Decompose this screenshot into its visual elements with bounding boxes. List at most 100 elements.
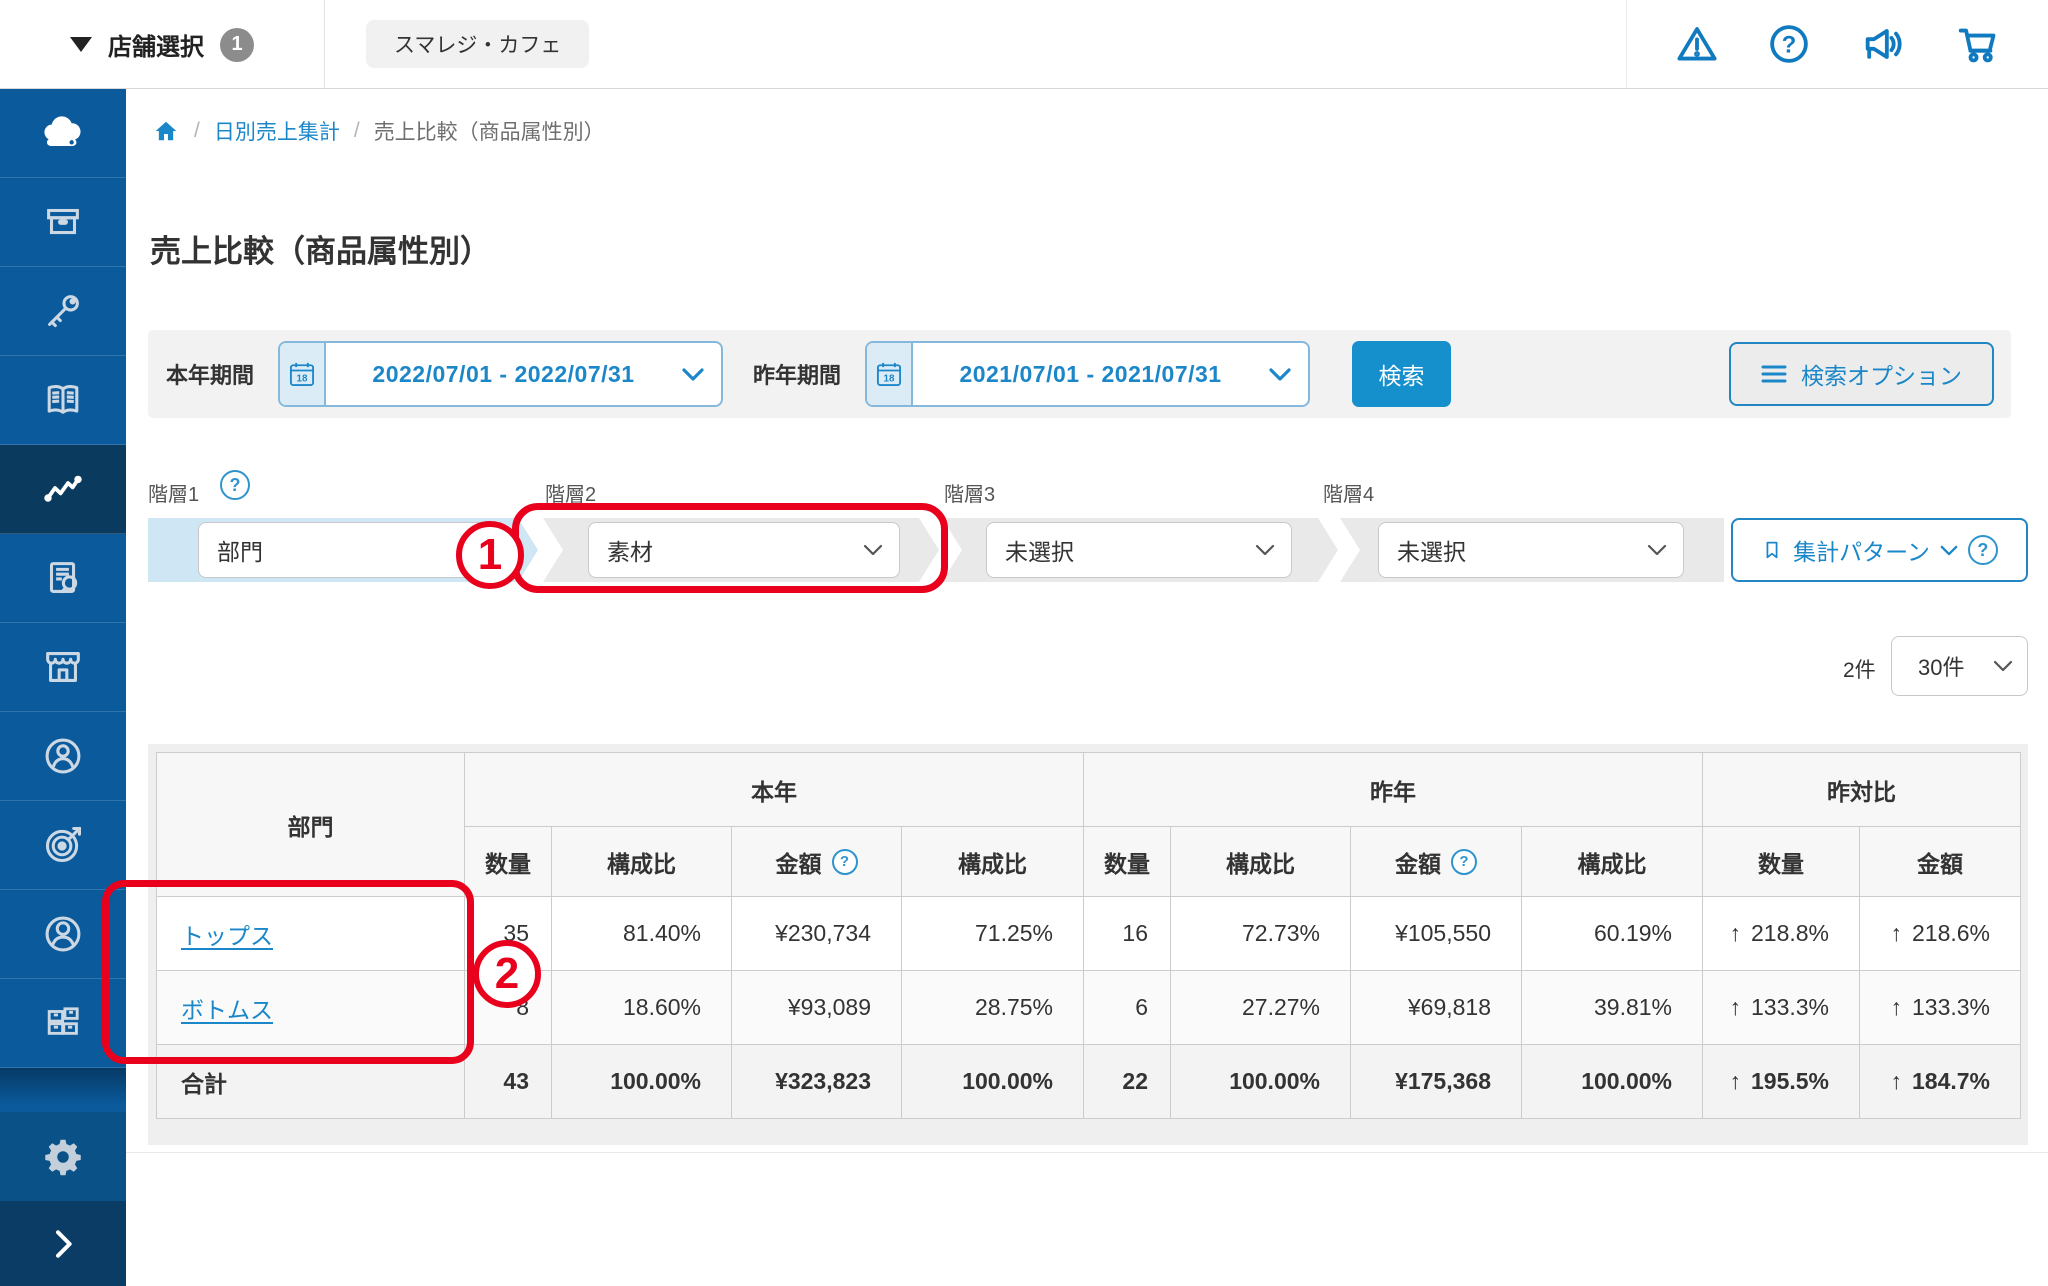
sales-comparison-table-wrapper: 部門 本年 昨年 昨対比 数量 構成比 金額? 構成比 数量 構成比 金額? 構…	[148, 744, 2028, 1145]
chevron-down-icon	[1993, 660, 2013, 672]
page-size-select[interactable]: 30件	[1891, 636, 2028, 696]
aggregate-pattern-label: 集計パターン	[1793, 533, 1930, 567]
col-this-year-amount: 金額?	[732, 827, 902, 897]
hierarchy-help-icon[interactable]: ?	[220, 470, 250, 500]
hierarchy1-select[interactable]: 部門	[198, 522, 504, 578]
bookmark-icon	[1761, 538, 1783, 562]
up-arrow-icon: ↑	[1729, 1068, 1741, 1094]
hierarchy4-value: 未選択	[1397, 533, 1647, 567]
col-last-year-qty: 数量	[1084, 827, 1171, 897]
sidebar-item-home[interactable]	[0, 89, 126, 178]
cart-icon[interactable]	[1953, 21, 2001, 67]
cell-value: 72.73%	[1171, 897, 1351, 971]
cell-value: ¥175,368	[1351, 1045, 1522, 1119]
yoy-amount-cell: ↑218.6%	[1860, 897, 2021, 971]
breadcrumb: / 日別売上集計 / 売上比較（商品属性別）	[152, 116, 605, 146]
cell-value: 100.00%	[552, 1045, 732, 1119]
home-icon[interactable]	[152, 118, 180, 144]
this-year-date-range-picker[interactable]: 18 2022/07/01 - 2022/07/31	[278, 341, 723, 407]
amount-help-icon[interactable]: ?	[1451, 849, 1477, 875]
help-icon[interactable]: ?	[1766, 21, 1812, 67]
store-select-button[interactable]: 店舗選択 1	[70, 0, 254, 89]
sidebar-item-products[interactable]	[0, 178, 126, 267]
chevron-down-icon	[1268, 367, 1308, 382]
cloud-logo-icon	[37, 111, 89, 155]
hierarchy1-value: 部門	[217, 533, 467, 567]
cell-value: ¥230,734	[732, 897, 902, 971]
cell-value: 133.3%	[1912, 994, 1990, 1020]
col-this-year-ratio: 構成比	[552, 827, 732, 897]
department-link-tops[interactable]: トップス	[181, 923, 273, 949]
sidebar-item-sales-analysis[interactable]	[0, 445, 126, 534]
chevron-down-icon	[1255, 544, 1275, 556]
hierarchy2-label: 階層2	[545, 478, 596, 507]
breadcrumb-separator: /	[194, 119, 200, 143]
chevron-down-icon	[1940, 545, 1958, 556]
sidebar-item-inventory[interactable]	[0, 979, 126, 1068]
sidebar-item-staff[interactable]	[0, 890, 126, 979]
yoy-qty-cell: ↑133.3%	[1703, 971, 1860, 1045]
cell-value: 81.40%	[552, 897, 732, 971]
topbar: 店舗選択 1 スマレジ・カフェ ?	[0, 0, 2048, 89]
filter-bar: 本年期間 18 2022/07/01 - 2022/07/31 昨年期間 18 …	[148, 330, 2011, 418]
cell-value: 35	[465, 897, 552, 971]
store-tab[interactable]: スマレジ・カフェ	[366, 20, 589, 68]
cell-value: 218.8%	[1751, 920, 1829, 946]
sidebar-item-keys[interactable]	[0, 267, 126, 356]
archive-box-icon	[40, 199, 86, 245]
col-last-year-amount-label: 金額	[1395, 845, 1441, 879]
calendar-icon: 18	[867, 343, 913, 405]
hierarchy3-select[interactable]: 未選択	[986, 522, 1292, 578]
up-arrow-icon: ↑	[1890, 920, 1902, 946]
boxes-icon	[40, 1000, 86, 1046]
sidebar-item-settings[interactable]	[0, 1112, 126, 1201]
sales-comparison-table: 部門 本年 昨年 昨対比 数量 構成比 金額? 構成比 数量 構成比 金額? 構…	[156, 752, 2021, 1119]
topbar-icon-group: ?	[1626, 0, 2048, 88]
yoy-qty-cell: ↑ 195.5%	[1703, 1045, 1860, 1119]
alert-icon[interactable]	[1674, 21, 1720, 67]
sidebar-expand-button[interactable]	[0, 1201, 126, 1286]
store-icon	[40, 644, 86, 690]
group-header-yoy: 昨対比	[1703, 753, 2021, 827]
pattern-help-icon[interactable]: ?	[1968, 535, 1998, 565]
store-select-label: 店舗選択	[108, 27, 204, 62]
search-options-label: 検索オプション	[1801, 357, 1962, 391]
sidebar-item-targets[interactable]	[0, 801, 126, 890]
announcement-icon[interactable]	[1859, 21, 1907, 67]
cell-value: 195.5%	[1751, 1068, 1829, 1094]
cell-value: 16	[1084, 897, 1171, 971]
amount-help-icon[interactable]: ?	[832, 849, 858, 875]
hierarchy3-label: 階層3	[944, 478, 995, 507]
aggregate-pattern-button[interactable]: 集計パターン ?	[1731, 518, 2028, 582]
up-arrow-icon: ↑	[1729, 920, 1741, 946]
sidebar-item-store[interactable]	[0, 623, 126, 712]
search-button[interactable]: 検索	[1352, 341, 1451, 407]
breadcrumb-current: 売上比較（商品属性別）	[374, 116, 605, 146]
cell-value: 39.81%	[1522, 971, 1703, 1045]
hierarchy2-value: 素材	[607, 533, 863, 567]
search-options-button[interactable]: 検索オプション	[1729, 342, 1994, 406]
sidebar-item-reports[interactable]	[0, 534, 126, 623]
target-icon	[40, 822, 86, 868]
page-size-value: 30件	[1918, 650, 1993, 682]
cell-value: ¥93,089	[732, 971, 902, 1045]
chart-line-icon	[39, 465, 87, 513]
breadcrumb-separator: /	[354, 119, 360, 143]
chevron-right-icon	[43, 1224, 83, 1264]
last-year-period-label: 昨年期間	[753, 358, 841, 390]
department-link-bottoms[interactable]: ボトムス	[181, 997, 273, 1023]
yoy-amount-cell: ↑184.7%	[1860, 1045, 2021, 1119]
hierarchy2-select[interactable]: 素材	[588, 522, 900, 578]
key-icon	[40, 288, 86, 334]
breadcrumb-link-daily-sales[interactable]: 日別売上集計	[214, 116, 340, 146]
col-this-year-qty: 数量	[465, 827, 552, 897]
sidebar-item-journal[interactable]	[0, 356, 126, 445]
hierarchy4-label: 階層4	[1323, 478, 1374, 507]
group-header-last-year: 昨年	[1084, 753, 1703, 827]
table-row-bottoms: ボトムス 8 18.60% ¥93,089 28.75% 6 27.27% ¥6…	[157, 971, 2021, 1045]
hierarchy4-select[interactable]: 未選択	[1378, 522, 1684, 578]
sidebar-item-members[interactable]	[0, 712, 126, 801]
last-year-date-range-picker[interactable]: 18 2021/07/01 - 2021/07/31	[865, 341, 1310, 407]
cell-value: 6	[1084, 971, 1171, 1045]
bottom-divider	[126, 1152, 2048, 1153]
